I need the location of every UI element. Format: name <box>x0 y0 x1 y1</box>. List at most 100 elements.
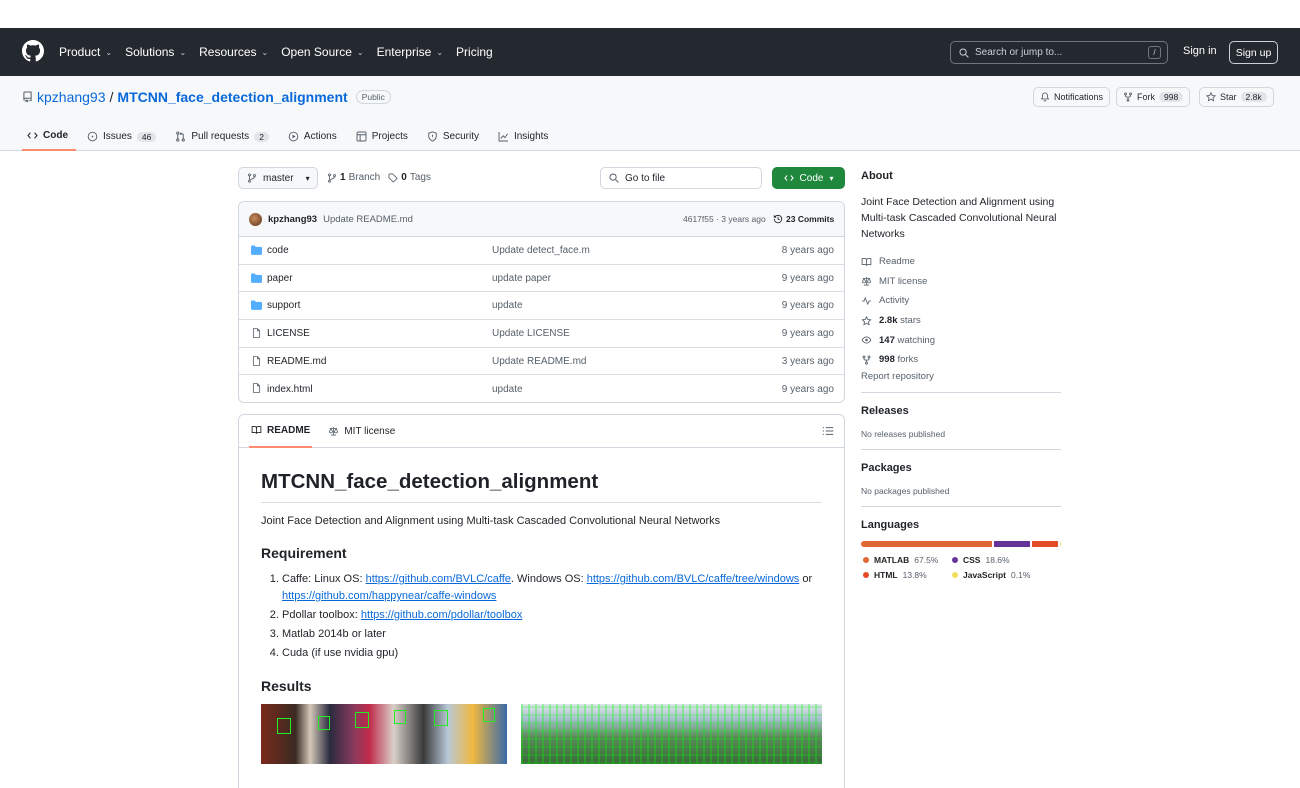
code-icon <box>783 175 794 181</box>
file-commit-message[interactable]: Update detect_face.m <box>492 245 590 256</box>
tab-security[interactable]: Security <box>422 122 487 151</box>
github-logo-icon[interactable] <box>22 40 44 62</box>
req1-mid: . Windows OS: <box>510 573 587 585</box>
graph-icon <box>498 132 508 142</box>
search-icon <box>959 47 969 58</box>
readme-link[interactable]: Readme <box>861 252 1061 272</box>
packages-heading[interactable]: Packages <box>861 462 1061 474</box>
repo-name-link[interactable]: MTCNN_face_detection_alignment <box>117 89 347 105</box>
file-commit-message[interactable]: Update README.md <box>492 356 586 367</box>
star-button[interactable]: Star 2.8k <box>1199 87 1274 107</box>
list-item: Matlab 2014b or later <box>282 626 822 643</box>
notifications-button[interactable]: Notifications <box>1033 87 1111 107</box>
tab-pull-requests[interactable]: Pull requests 2 <box>170 122 277 151</box>
file-name[interactable]: index.html <box>267 384 313 395</box>
shield-icon <box>428 131 437 142</box>
watching-link[interactable]: 147 watching <box>861 330 1061 350</box>
forks-link[interactable]: 998 forks <box>861 350 1061 370</box>
file-name[interactable]: README.md <box>267 356 326 367</box>
file-commit-message[interactable]: update <box>492 300 523 311</box>
divider <box>861 391 1061 393</box>
language-item[interactable]: JavaScript 0.1% <box>950 570 1060 580</box>
commit-author[interactable]: kpzhang93 <box>268 214 317 225</box>
file-name[interactable]: code <box>267 245 289 256</box>
language-dot <box>863 556 869 563</box>
commits-link[interactable]: 23 Commits <box>773 214 834 224</box>
nav-resources[interactable]: Resources ⌄ <box>199 45 268 59</box>
file-commit-date: 9 years ago <box>781 272 834 284</box>
readme-link-label: Readme <box>879 256 915 268</box>
caffe-windows-link[interactable]: https://github.com/BVLC/caffe/tree/windo… <box>587 573 800 585</box>
code-button-label: Code <box>799 172 824 184</box>
watching-word: watching <box>897 334 936 346</box>
code-dropdown-button[interactable]: Code ▾ <box>772 167 845 189</box>
nav-pricing[interactable]: Pricing <box>456 45 493 59</box>
table-row[interactable]: index.html update 9 years ago <box>239 375 844 402</box>
nav-product[interactable]: Product ⌄ <box>59 45 112 59</box>
branch-selector[interactable]: master ▾ <box>238 167 318 189</box>
file-commit-message[interactable]: update <box>492 384 523 395</box>
report-repository-link[interactable]: Report repository <box>861 371 1061 382</box>
activity-link[interactable]: Activity <box>861 291 1061 311</box>
table-row[interactable]: paper update paper 9 years ago <box>239 265 844 293</box>
search-input[interactable]: Search or jump to... / <box>950 41 1168 64</box>
happynear-caffe-link[interactable]: https://github.com/happynear/caffe-windo… <box>282 590 496 602</box>
license-link[interactable]: MIT license <box>861 272 1061 292</box>
no-releases-text: No releases published <box>861 428 946 439</box>
branches-link[interactable]: 1 Branch <box>327 172 380 183</box>
file-name[interactable]: support <box>267 300 300 311</box>
file-commit-message[interactable]: update paper <box>492 273 551 284</box>
file-name[interactable]: LICENSE <box>267 328 310 339</box>
language-item[interactable]: HTML 13.8% <box>861 570 950 580</box>
table-row[interactable]: README.md Update README.md 3 years ago <box>239 348 844 376</box>
tab-insights[interactable]: Insights <box>493 122 556 151</box>
nav-open-source[interactable]: Open Source ⌄ <box>281 45 363 59</box>
repo-owner-link[interactable]: kpzhang93 <box>37 89 106 105</box>
results-image-faces[interactable] <box>261 704 507 764</box>
table-row[interactable]: LICENSE Update LICENSE 9 years ago <box>239 320 844 348</box>
tab-projects[interactable]: Projects <box>351 122 416 151</box>
sign-in-link[interactable]: Sign in <box>1183 45 1217 57</box>
caffe-link[interactable]: https://github.com/BVLC/caffe <box>366 573 511 585</box>
tab-readme[interactable]: README <box>249 415 313 448</box>
tab-issues[interactable]: Issues 46 <box>82 122 164 151</box>
file-commit-message[interactable]: Update LICENSE <box>492 328 570 339</box>
table-row[interactable]: code Update detect_face.m 8 years ago <box>239 237 844 265</box>
main-nav: Product ⌄ Solutions ⌄ Resources ⌄ Open Sour… <box>59 28 506 76</box>
nav-solutions[interactable]: Solutions ⌄ <box>125 45 186 59</box>
pdollar-toolbox-link[interactable]: https://github.com/pdollar/toolbox <box>361 609 522 621</box>
file-commit-date: 9 years ago <box>781 383 834 395</box>
divider <box>861 505 1061 507</box>
nav-enterprise[interactable]: Enterprise ⌄ <box>377 45 443 59</box>
table-row[interactable]: support update 9 years ago <box>239 292 844 321</box>
commit-meta[interactable]: 4617f55 · 3 years ago <box>683 214 766 224</box>
about-description: Joint Face Detection and Alignment using… <box>861 196 1057 240</box>
chevron-down-icon: ⌄ <box>261 47 269 57</box>
issue-icon <box>87 131 98 142</box>
language-item[interactable]: MATLAB 67.5% <box>861 555 950 565</box>
list-icon[interactable] <box>822 425 834 437</box>
tab-actions[interactable]: Actions <box>283 122 345 151</box>
go-to-file-input[interactable]: Go to file <box>600 167 762 189</box>
stars-link[interactable]: 2.8k stars <box>861 311 1061 331</box>
repo-title: kpzhang93 / MTCNN_face_detection_alignme… <box>22 89 391 105</box>
commit-message[interactable]: Update README.md <box>323 214 413 225</box>
sign-up-button[interactable]: Sign up <box>1229 41 1278 64</box>
tags-link[interactable]: 0 Tags <box>388 172 431 183</box>
releases-heading[interactable]: Releases <box>861 405 1061 417</box>
file-commit-date: 3 years ago <box>781 355 834 367</box>
file-icon <box>252 355 261 366</box>
language-item[interactable]: CSS 18.6% <box>950 555 1060 565</box>
language-name: HTML <box>874 569 898 580</box>
list-item: Cuda (if use nvidia gpu) <box>282 645 822 662</box>
tab-license[interactable]: MIT license <box>326 415 397 448</box>
results-heading: Results <box>261 678 312 694</box>
list-item: Pdollar toolbox: https://github.com/pdol… <box>282 607 822 624</box>
results-image-crowd[interactable] <box>521 704 822 764</box>
visibility-badge: Public <box>355 90 391 104</box>
tab-code[interactable]: Code <box>22 122 76 151</box>
global-header: Product ⌄ Solutions ⌄ Resources ⌄ Open Sour… <box>0 28 1300 76</box>
fork-button[interactable]: Fork 998 <box>1116 87 1191 107</box>
avatar[interactable] <box>249 212 262 226</box>
file-name[interactable]: paper <box>267 273 293 284</box>
